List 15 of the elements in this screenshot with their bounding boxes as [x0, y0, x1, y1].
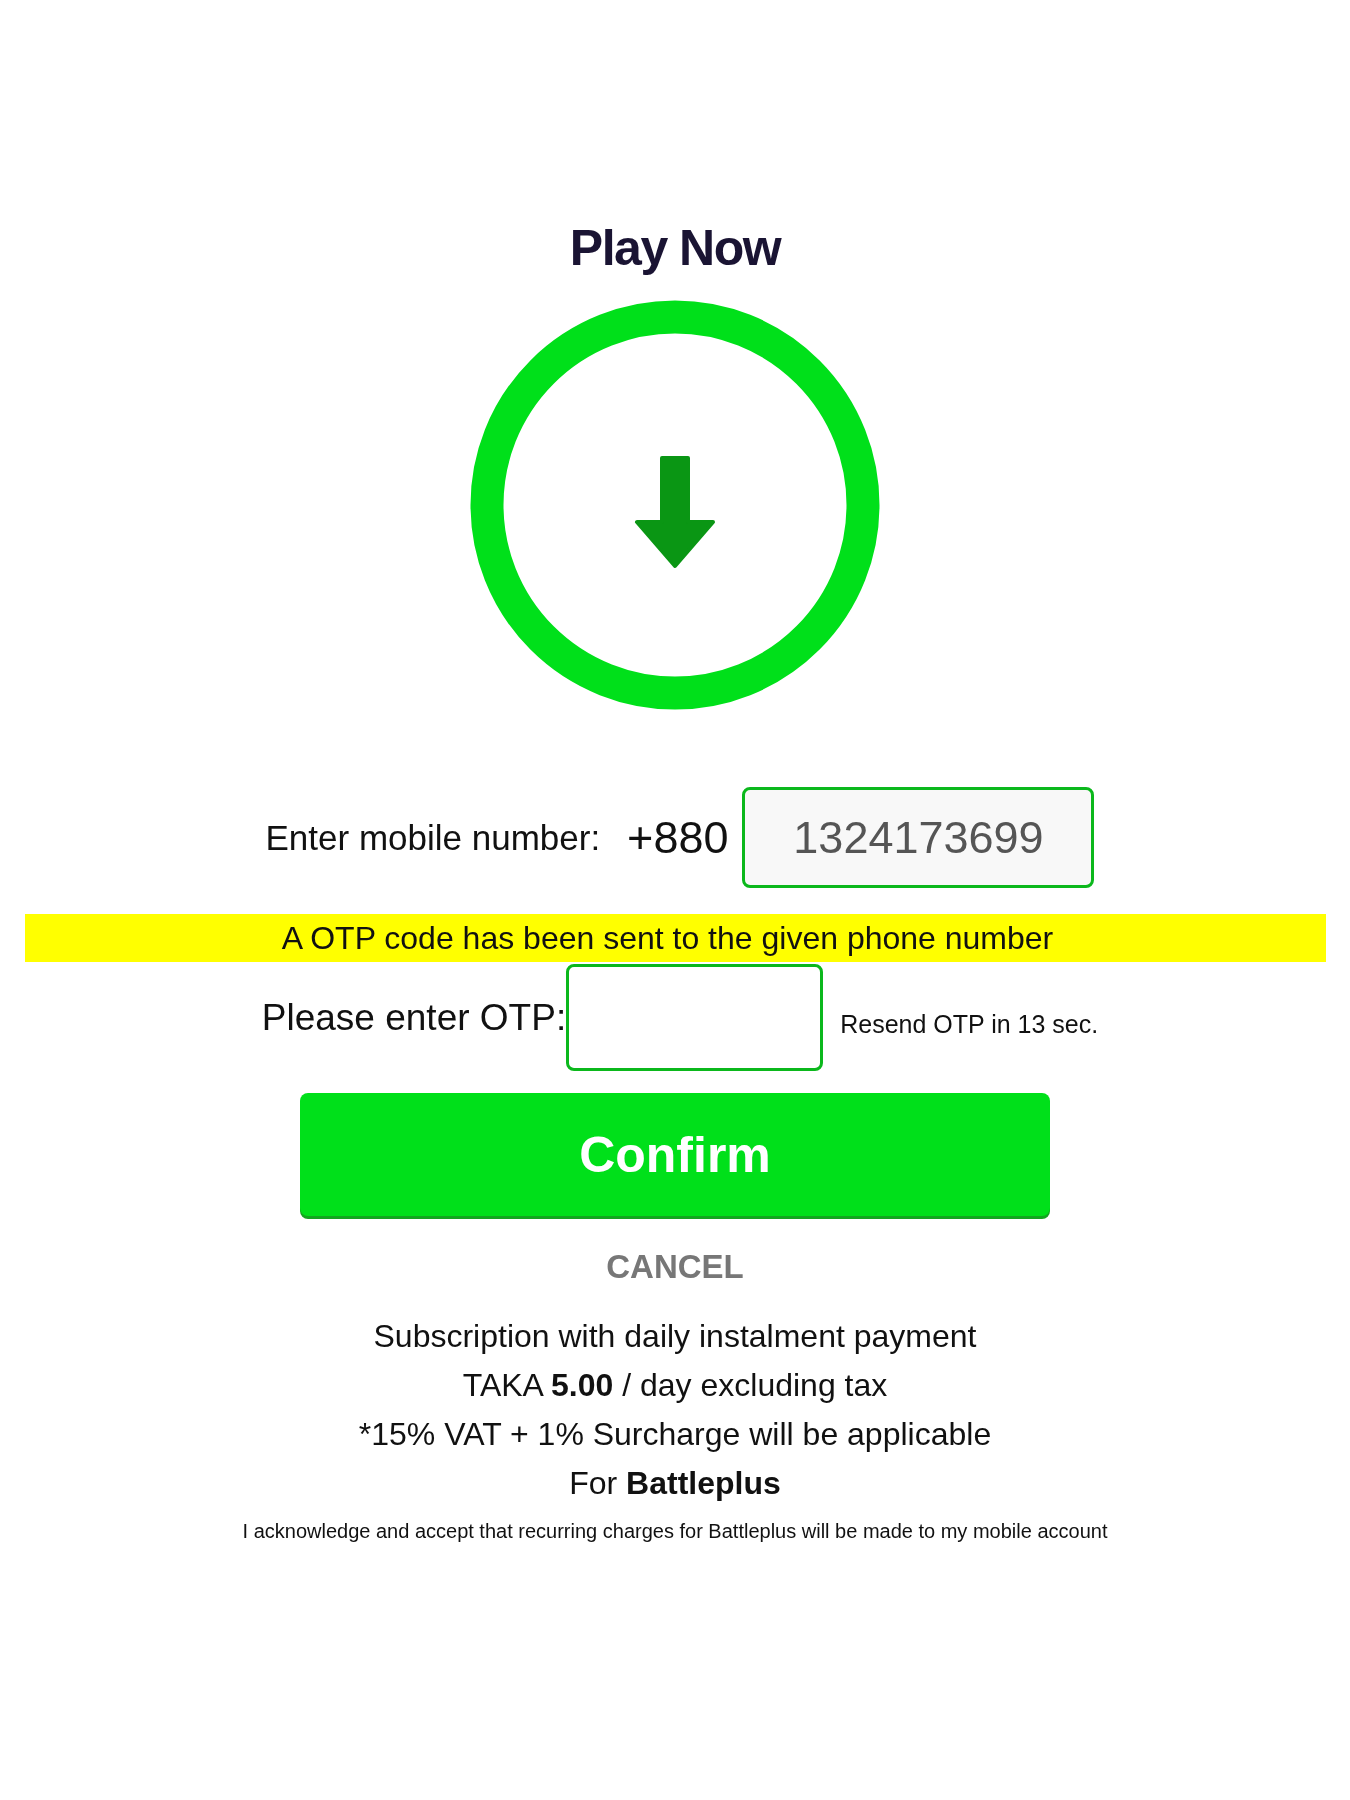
cancel-link[interactable]: CANCEL [606, 1248, 744, 1286]
acknowledgement-text: I acknowledge and accept that recurring charges for Battleplus will be made to my mobile account [242, 1520, 1108, 1543]
resend-timer: Resend OTP in 13 sec. [840, 1010, 1099, 1039]
page-title: Play Now [569, 219, 781, 278]
terms-line: *15% VAT + 1% Surcharge will be applicable [358, 1415, 992, 1454]
otp-notice: A OTP code has been sent to the given phone number [24, 914, 1326, 962]
country-code: +880 [627, 811, 729, 864]
terms-line: For Battleplus [569, 1464, 781, 1503]
otp-input[interactable] [566, 964, 824, 1071]
terms-line: TAKA 5.00 / day excluding tax [462, 1366, 888, 1405]
terms-line: Subscription with daily instalment payment [373, 1317, 977, 1356]
otp-label: Please enter OTP: [261, 996, 567, 1039]
mobile-label: Enter mobile number: [265, 817, 601, 858]
phone-input[interactable]: 1324173699 [742, 787, 1095, 888]
download-icon[interactable] [470, 300, 880, 710]
